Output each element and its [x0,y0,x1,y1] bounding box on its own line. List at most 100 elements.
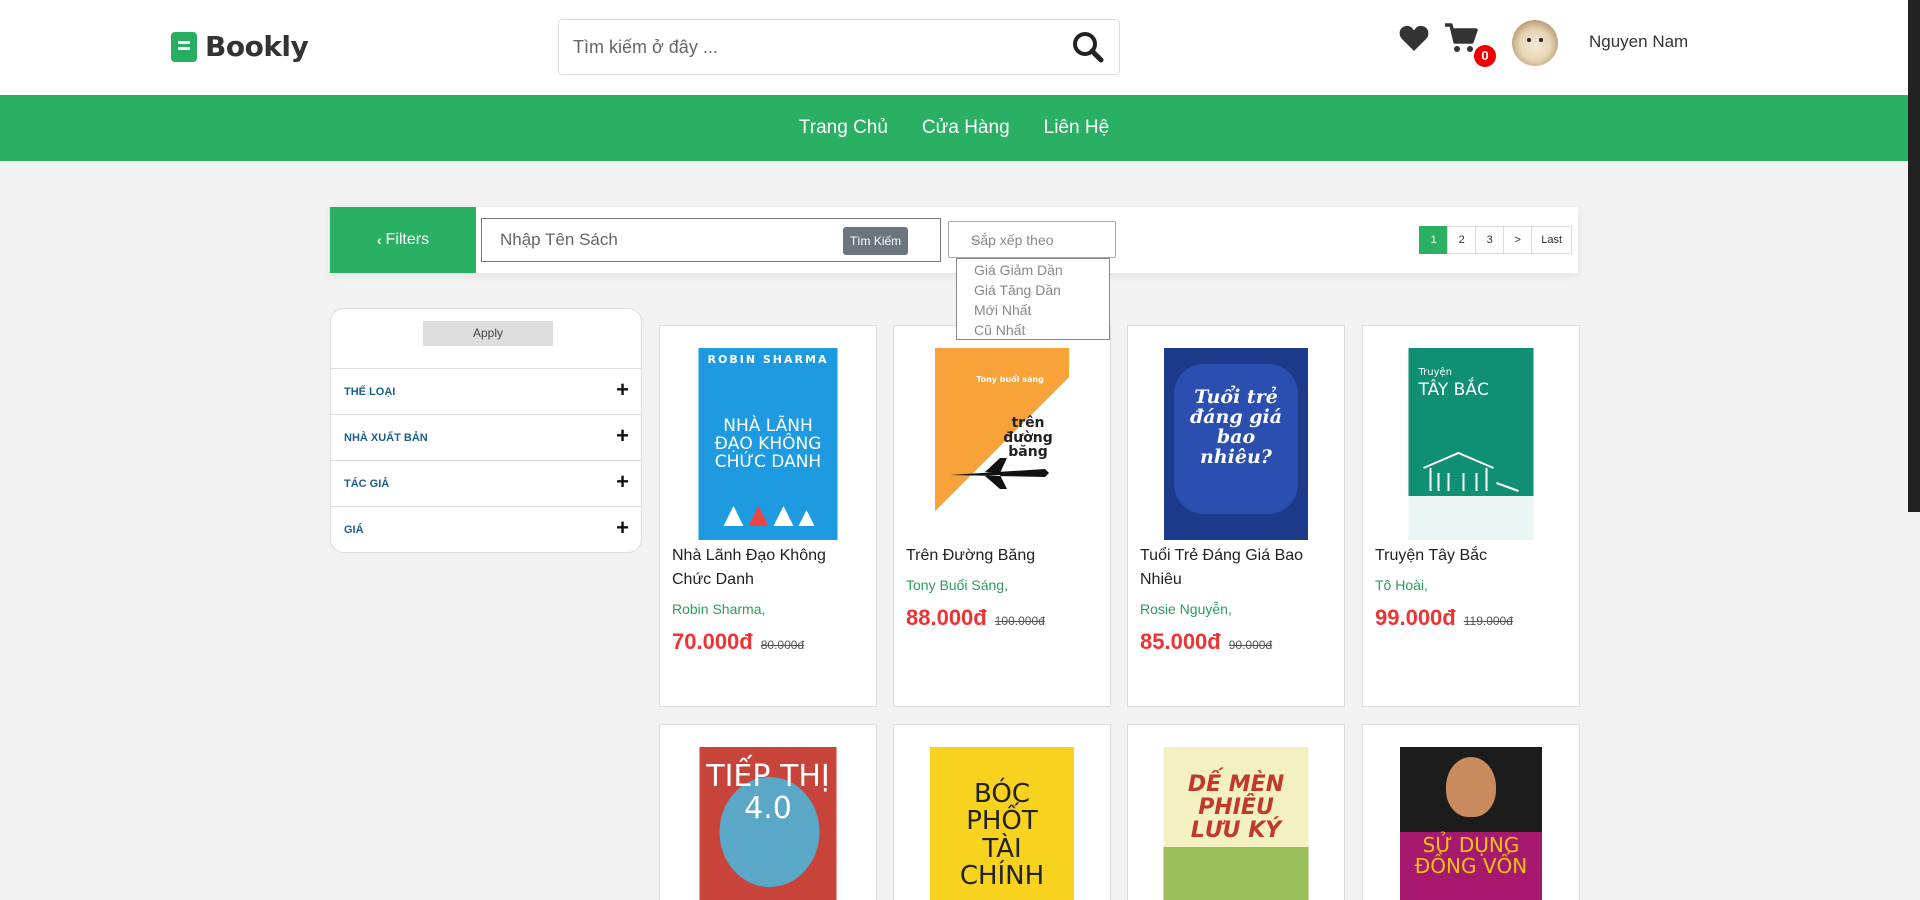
cover-title: BÓC PHỐT TÀI CHÍNH [959,779,1045,891]
book-name-search: Tìm Kiếm [481,218,941,262]
product-price: 99.000đ 119.000đ [1375,605,1513,631]
current-price: 85.000đ [1140,629,1221,654]
old-price: 90.000đ [1228,638,1273,652]
old-price: 100.000đ [994,614,1045,628]
chevron-left-icon: ‹ [376,232,382,248]
cover-brand: Tony buổi sáng [976,375,1044,384]
product-title[interactable]: Trên Đường Băng [906,544,1102,568]
product-author[interactable]: Tô Hoài, [1375,577,1428,593]
product-card[interactable]: BÓC PHỐT TÀI CHÍNH [893,724,1111,900]
product-card[interactable]: Tuổi trẻ đáng giá bao nhiêu? Tuổi Trẻ Đá… [1127,325,1345,707]
sort-select[interactable]: Sắp xếp theo ⌵ [948,221,1116,258]
brand-name: Bookly [205,30,309,63]
brand-logo[interactable]: Bookly [171,30,309,63]
product-card[interactable]: Tony buổi sáng trên đường băng Trên Đườn… [893,325,1111,707]
user-avatar[interactable] [1512,20,1558,66]
nav-contact[interactable]: Liên Hệ [1044,117,1110,139]
filter-label: THỂ LOẠI [344,386,396,398]
filters-button[interactable]: ‹ Filters [330,207,476,273]
filters-label: Filters [385,231,430,248]
old-price: 119.000đ [1463,614,1513,628]
shop-toolbar: ‹ Filters Tìm Kiếm Sắp xếp theo ⌵ 1 2 3 … [330,207,1578,273]
book-icon [171,31,197,62]
search-input[interactable] [573,20,1053,74]
nav-home[interactable]: Trang Chủ [799,117,888,139]
page-last[interactable]: Last [1531,226,1572,254]
book-cover: TIẾP THỊ 4.0 [699,747,837,900]
house-sketch-icon [1423,451,1519,492]
filter-price[interactable]: GIÁ + [331,506,641,552]
global-search [558,19,1120,75]
sort-option-price-desc[interactable]: Giá Giảm Dần [957,260,1109,280]
book-cover: ROBIN SHARMA NHÀ LÃNH ĐẠO KHÔNG CHỨC DAN… [698,348,838,540]
filter-category[interactable]: THỂ LOẠI + [331,368,641,414]
product-price: 88.000đ 100.000đ [906,605,1045,631]
cover-title: NHÀ LÃNH ĐẠO KHÔNG CHỨC DANH [714,416,822,472]
cover-title: TÂY BẮC [1418,380,1489,400]
plus-icon: + [616,377,629,402]
book-cover: Truyện TÂY BẮC [1408,348,1534,540]
cover-title: SỬ DỤNG ĐỒNG VỐN [1414,833,1528,878]
page-1[interactable]: 1 [1419,226,1449,254]
plus-icon: + [616,515,629,540]
product-title[interactable]: Tuổi Trẻ Đáng Giá Bao Nhiêu [1140,544,1336,592]
paper-boats-icon [723,506,815,526]
apply-button[interactable]: Apply [423,321,553,346]
search-icon[interactable] [1071,30,1105,64]
filter-sidebar: Apply THỂ LOẠI + NHÀ XUẤT BẢN + TÁC GIẢ … [330,308,642,553]
plus-icon: + [616,423,629,448]
product-card[interactable]: TIẾP THỊ 4.0 [659,724,877,900]
heart-icon[interactable] [1399,24,1429,57]
cover-title: DẾ MÈN PHIÊU LƯU KÝ [1187,772,1285,844]
current-price: 99.000đ [1375,605,1456,630]
cover-subtitle: Truyện [1418,367,1453,378]
main-nav: Trang Chủ Cửa Hàng Liên Hệ [0,95,1908,161]
cover-title: TIẾP THỊ 4.0 [706,759,830,826]
product-author[interactable]: Robin Sharma, [672,601,765,617]
cart-icon[interactable] [1444,22,1478,59]
filter-author[interactable]: TÁC GIẢ + [331,460,641,506]
product-author[interactable]: Tony Buổi Sáng, [906,577,1008,593]
old-price: 80.000đ [760,638,805,652]
sort-dropdown-menu: Giá Giảm Dần Giá Tăng Dần Mới Nhất Cũ Nh… [956,258,1110,340]
book-cover: SỬ DỤNG ĐỒNG VỐN [1400,747,1542,900]
filter-label: TÁC GIẢ [344,478,390,490]
current-price: 70.000đ [672,629,753,654]
current-price: 88.000đ [906,605,987,630]
book-cover: BÓC PHỐT TÀI CHÍNH [930,747,1074,900]
book-cover: Tuổi trẻ đáng giá bao nhiêu? [1164,348,1308,540]
product-card[interactable]: DẾ MÈN PHIÊU LƯU KÝ [1127,724,1345,900]
pagination: 1 2 3 > Last [1419,226,1572,254]
product-price: 70.000đ 80.000đ [672,629,804,655]
product-card[interactable]: Truyện TÂY BẮC Truyện Tây Bắc Tô Hoài, 9… [1362,325,1580,707]
page-3[interactable]: 3 [1475,226,1505,254]
user-name[interactable]: Nguyen Nam [1589,32,1688,52]
product-card[interactable]: ROBIN SHARMA NHÀ LÃNH ĐẠO KHÔNG CHỨC DAN… [659,325,877,707]
book-cover: DẾ MÈN PHIÊU LƯU KÝ [1163,747,1309,900]
cart-count-badge: 0 [1474,45,1496,67]
filter-label: NHÀ XUẤT BẢN [344,432,428,444]
page-next[interactable]: > [1503,226,1533,254]
plus-icon: + [616,469,629,494]
page-2[interactable]: 2 [1447,226,1477,254]
product-price: 85.000đ 90.000đ [1140,629,1272,655]
page-scrollbar[interactable] [1908,0,1920,900]
book-cover: Tony buổi sáng trên đường băng [935,348,1069,540]
chevron-down-icon: ⌵ [971,232,981,246]
top-header: Bookly 0 Nguyen Nam [0,0,1908,95]
book-name-input[interactable] [500,219,840,261]
airplane-icon [950,458,1049,489]
search-button[interactable]: Tìm Kiếm [843,227,908,255]
product-author[interactable]: Rosie Nguyễn, [1140,601,1232,617]
sort-option-newest[interactable]: Mới Nhất [957,300,1109,320]
nav-shop[interactable]: Cửa Hàng [922,117,1010,139]
filter-label: GIÁ [344,524,364,536]
cover-author: ROBIN SHARMA [707,353,829,366]
product-card[interactable]: SỬ DỤNG ĐỒNG VỐN [1362,724,1580,900]
product-title[interactable]: Nhà Lãnh Đạo Không Chức Danh [672,544,868,592]
product-title[interactable]: Truyện Tây Bắc [1375,544,1571,568]
filter-publisher[interactable]: NHÀ XUẤT BẢN + [331,414,641,460]
sort-option-price-asc[interactable]: Giá Tăng Dần [957,280,1109,300]
scrollbar-thumb[interactable] [1908,0,1920,512]
sort-option-oldest[interactable]: Cũ Nhất [957,320,1109,340]
